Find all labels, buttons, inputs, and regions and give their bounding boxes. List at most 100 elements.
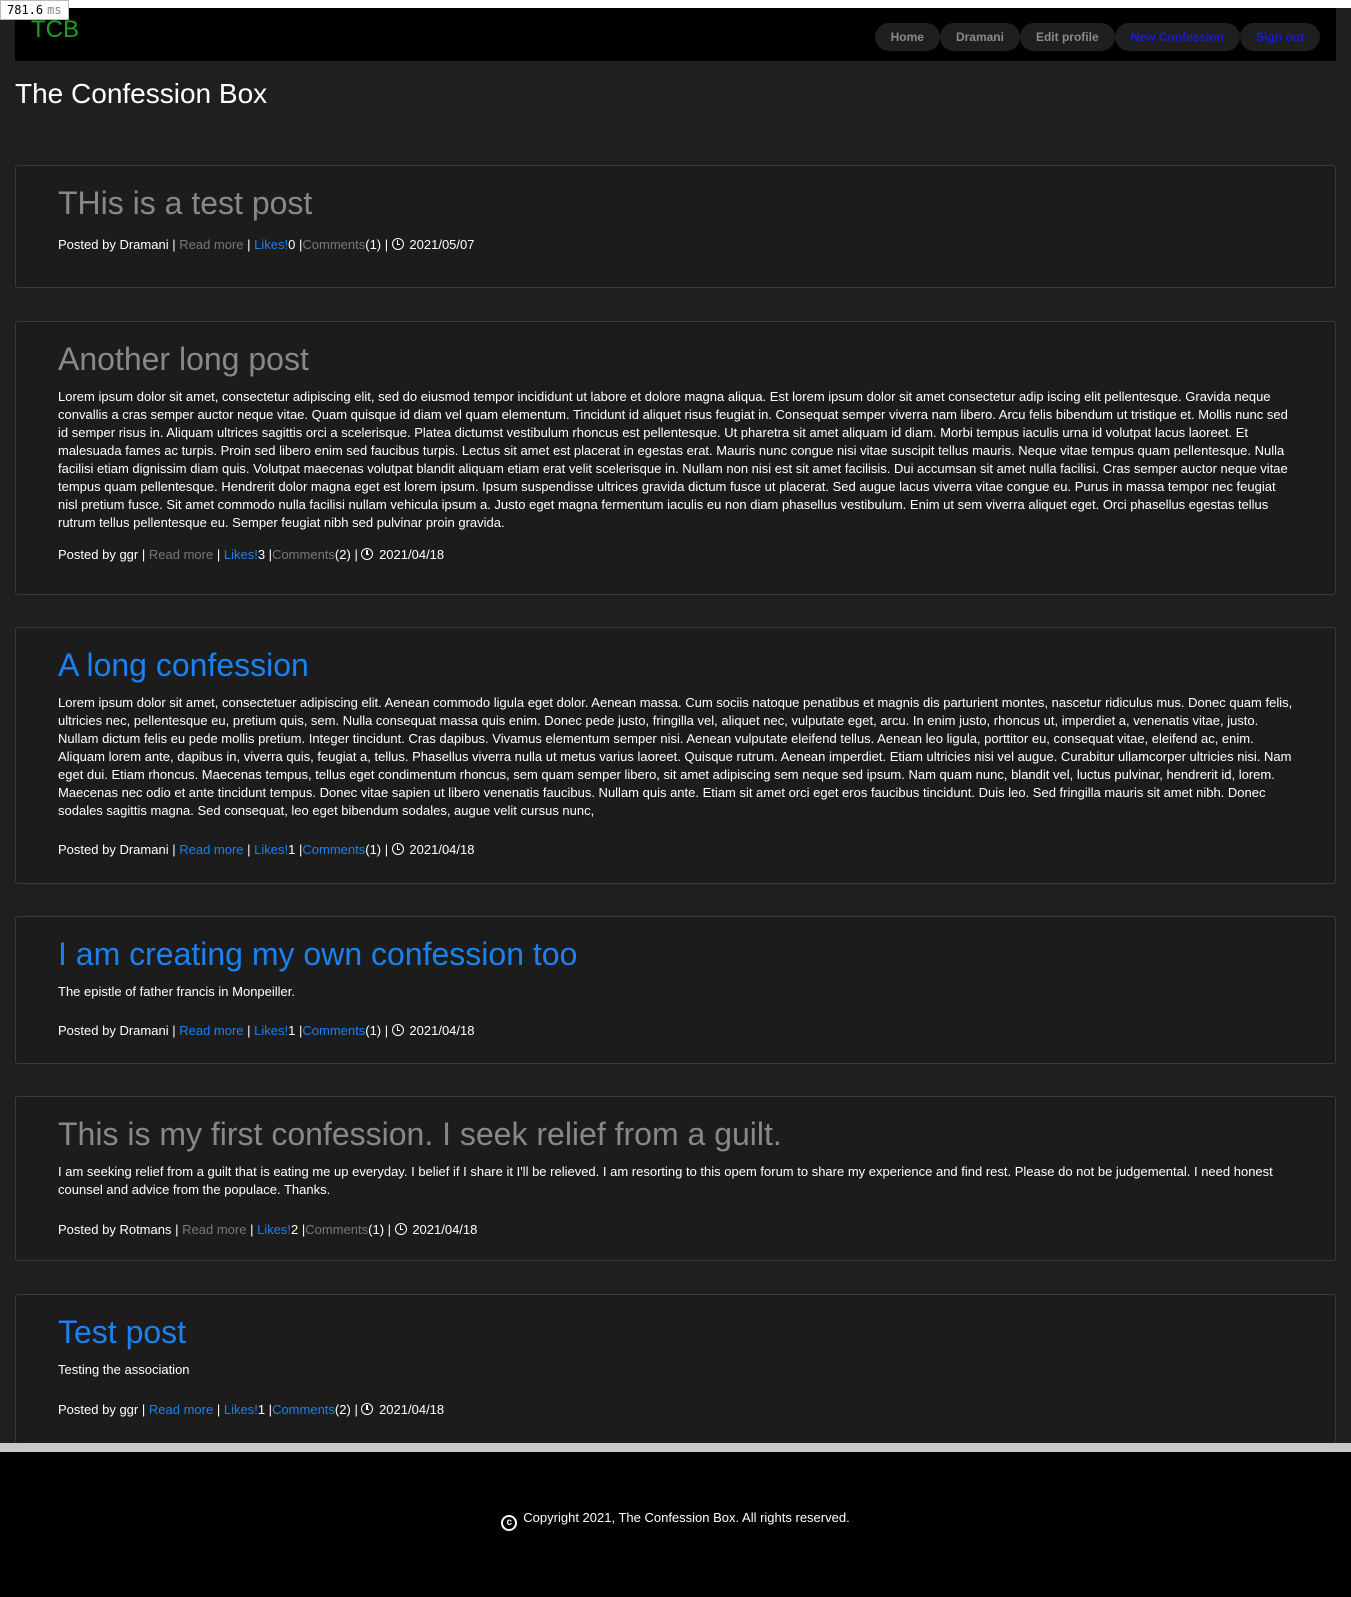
likes-count: 1 — [288, 842, 296, 857]
posted-by-label: Posted by — [58, 1023, 116, 1038]
footer: c Copyright 2021, The Confession Box. All… — [0, 1452, 1351, 1597]
separator: | — [247, 1023, 251, 1038]
likes-link[interactable]: Likes! — [254, 237, 288, 252]
posted-by-label: Posted by — [58, 1402, 116, 1417]
post-author: Dramani — [119, 1023, 169, 1038]
separator: | — [172, 237, 176, 252]
likes-count: 2 — [291, 1222, 299, 1237]
likes-link[interactable]: Likes! — [254, 1023, 288, 1038]
separator: | — [216, 1402, 221, 1417]
posted-by-label: Posted by — [58, 842, 116, 857]
brand-logo[interactable]: TCB — [31, 16, 79, 44]
comments-count: (1) — [368, 1222, 385, 1237]
nav-sign-out[interactable]: Sign out — [1240, 23, 1320, 51]
comments-count: (1) — [365, 1023, 382, 1038]
post-card: Test post Testing the association Posted… — [15, 1294, 1336, 1444]
post-title[interactable]: A long confession — [58, 646, 1293, 684]
timing-value: 781.6 — [7, 3, 44, 17]
post-author: ggr — [119, 1402, 139, 1417]
post-author: Rotmans — [119, 1222, 172, 1237]
post-title[interactable]: This is my first confession. I seek reli… — [58, 1115, 1293, 1153]
post-body: Lorem ipsum dolor sit amet, consectetuer… — [58, 695, 1293, 818]
likes-count: 3 — [257, 547, 266, 562]
separator: | — [172, 1023, 176, 1038]
separator: | — [247, 842, 251, 857]
comments-link[interactable]: Comments — [302, 237, 365, 252]
read-more-link[interactable]: Read more — [179, 842, 243, 857]
likes-link[interactable]: Likes! — [224, 547, 258, 562]
post-author: Dramani — [119, 237, 169, 252]
post-title[interactable]: Test post — [58, 1313, 1293, 1351]
separator: | — [354, 547, 358, 562]
post-meta: Posted by Rotmans | Read more | Likes!2 … — [58, 1221, 477, 1239]
likes-count: 0 — [288, 237, 296, 252]
likes-link[interactable]: Likes! — [224, 1402, 258, 1417]
post-meta: Posted by Dramani | Read more | Likes!0 … — [58, 236, 474, 254]
separator: | — [384, 1023, 389, 1038]
comments-link[interactable]: Comments — [302, 1023, 365, 1038]
post-card: This is my first confession. I seek reli… — [15, 1096, 1336, 1261]
post-card: A long confession Lorem ipsum dolor sit … — [15, 627, 1336, 884]
post-title[interactable]: I am creating my own confession too — [58, 935, 1293, 973]
read-more-link[interactable]: Read more — [182, 1222, 246, 1237]
separator: | — [175, 1222, 179, 1237]
post-body: Lorem ipsum dolor sit amet, consectetur … — [58, 389, 1288, 530]
comments-link[interactable]: Comments — [302, 842, 365, 857]
likes-count: 1 — [257, 1402, 266, 1417]
post-date: 2021/04/18 — [409, 1023, 475, 1038]
nav-new-confession[interactable]: New Confession — [1114, 23, 1240, 51]
page-title: The Confession Box — [15, 78, 268, 109]
nav-profile-user[interactable]: Dramani — [939, 23, 1020, 51]
post-title[interactable]: Another long post — [58, 340, 1293, 378]
nav-home[interactable]: Home — [874, 23, 940, 51]
nav-links: Home Dramani Edit profile New Confession… — [874, 23, 1320, 51]
timing-unit: ms — [47, 3, 62, 17]
post-date: 2021/05/07 — [409, 237, 475, 252]
separator: | — [247, 237, 251, 252]
likes-link[interactable]: Likes! — [254, 842, 288, 857]
read-more-link[interactable]: Read more — [179, 1023, 243, 1038]
post-date: 2021/04/18 — [379, 547, 445, 562]
posted-by-label: Posted by — [58, 237, 116, 252]
separator: | — [141, 1402, 146, 1417]
post-meta: Posted by ggr | Read more | Likes!1 | Com… — [58, 1401, 444, 1419]
comments-link[interactable]: Comments — [272, 1402, 335, 1417]
post-date: 2021/04/18 — [379, 1402, 445, 1417]
clock-icon — [361, 1403, 374, 1415]
read-more-link[interactable]: Read more — [149, 1402, 213, 1417]
nav-edit-profile[interactable]: Edit profile — [1019, 23, 1115, 51]
post-author: ggr — [119, 547, 139, 562]
separator: | — [354, 1402, 358, 1417]
likes-count: 1 — [288, 1023, 296, 1038]
separator: | — [384, 237, 389, 252]
post-body: Testing the association — [58, 1362, 190, 1377]
post-title[interactable]: THis is a test post — [58, 184, 1293, 222]
comments-link[interactable]: Comments — [272, 547, 335, 562]
separator: | — [250, 1222, 254, 1237]
top-strip — [0, 0, 1351, 8]
likes-link[interactable]: Likes! — [257, 1222, 291, 1237]
footer-copyright: c Copyright 2021, The Confession Box. All… — [0, 1510, 1351, 1531]
footer-divider — [0, 1443, 1351, 1452]
separator: | — [387, 1222, 392, 1237]
post-author: Dramani — [119, 842, 169, 857]
post-meta: Posted by Dramani | Read more | Likes!1 … — [58, 1022, 474, 1040]
clock-icon — [394, 1223, 407, 1235]
comments-count: (1) — [365, 842, 382, 857]
comments-count: (2) — [334, 1402, 351, 1417]
post-meta: Posted by ggr | Read more | Likes!3 | Com… — [58, 546, 444, 564]
post-body: The epistle of father francis in Monpeil… — [58, 984, 296, 999]
post-card: Another long post Lorem ipsum dolor sit … — [15, 321, 1336, 595]
comments-count: (1) — [365, 237, 382, 252]
separator: | — [384, 842, 389, 857]
posted-by-label: Posted by — [58, 1222, 116, 1237]
separator: | — [216, 547, 221, 562]
read-more-link[interactable]: Read more — [149, 547, 213, 562]
copyright-text: Copyright 2021, The Confession Box. All … — [523, 1510, 850, 1525]
copyright-icon: c — [501, 1515, 518, 1531]
post-card: THis is a test post Posted by Dramani | … — [15, 165, 1336, 288]
read-more-link[interactable]: Read more — [179, 237, 243, 252]
comments-link[interactable]: Comments — [305, 1222, 368, 1237]
navbar: TCB Home Dramani Edit profile New Confes… — [15, 8, 1336, 61]
render-timing: 781.6 ms — [0, 0, 69, 20]
